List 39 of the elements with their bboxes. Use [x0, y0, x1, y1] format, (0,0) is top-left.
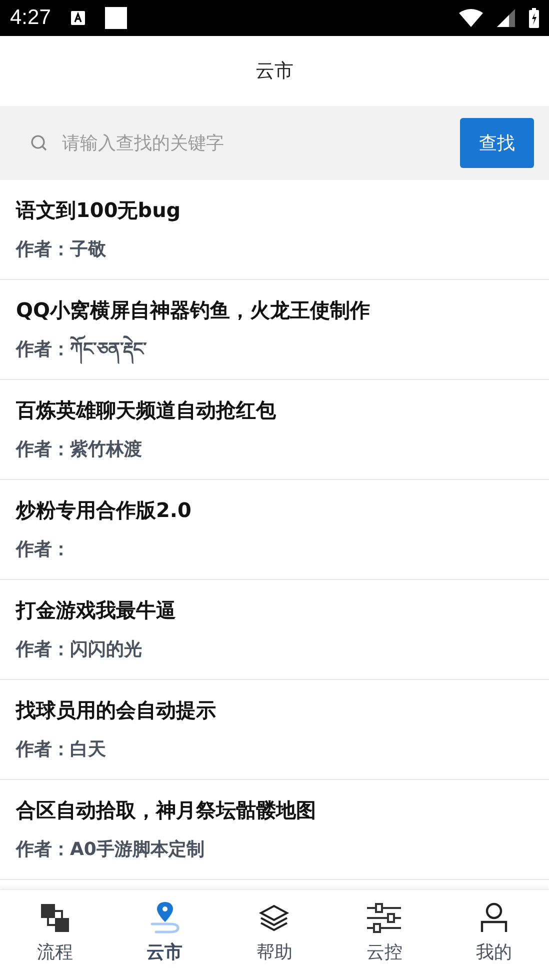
nav-tab[interactable]: 云控	[329, 890, 440, 976]
search-icon	[30, 134, 48, 152]
search-field[interactable]: 请输入查找的关键字	[60, 132, 448, 154]
page-title: 云市	[256, 59, 294, 84]
signal-icon	[497, 9, 515, 27]
script-title: 炒粉专用合作版2.0	[16, 496, 192, 522]
nav-tab[interactable]: 我的	[439, 890, 549, 976]
script-item[interactable]: 打金游戏我最牛逼 作者：闪闪的光	[0, 580, 549, 680]
search-button[interactable]: 查找	[460, 118, 534, 168]
status-time: 4:27	[10, 6, 51, 30]
script-item[interactable]: 炒粉专用合作版2.0 作者：	[0, 480, 549, 580]
script-item[interactable]: 百炼英雄聊天频道自动抢红包 作者：紫竹林渡	[0, 380, 549, 480]
script-title: 语文到100无bug	[16, 196, 182, 222]
script-title: 百炼英雄聊天频道自动抢红包	[16, 396, 277, 422]
script-title: 合区自动拾取，神月祭坛骷髅地图	[16, 796, 317, 822]
nav-tab[interactable]: 流程	[0, 890, 110, 976]
script-author: 作者：	[16, 538, 71, 562]
notification-icon	[104, 7, 127, 29]
layers-icon	[258, 902, 290, 934]
script-title: 找球员用的会自动提示	[16, 696, 217, 722]
sliders-icon	[366, 902, 402, 934]
script-item[interactable]: 语文到100无bug 作者：子敬	[0, 180, 549, 280]
nav-tab[interactable]: 云市	[110, 890, 220, 976]
nav-tab[interactable]: 帮助	[220, 890, 330, 976]
script-author: 作者：白天	[16, 738, 107, 762]
script-author: 作者：A0手游脚本定制	[16, 838, 206, 862]
script-item[interactable]: QQ小窝横屏自神器钓鱼，火龙王使制作 作者：ཀོང་ཅན་རྡེང་	[0, 280, 549, 380]
script-title: 打金游戏我最牛逼	[16, 596, 177, 622]
battery-icon	[529, 8, 539, 28]
wifi-icon	[459, 9, 483, 27]
script-author: 作者：ཀོང་ཅན་རྡེང་	[16, 336, 533, 362]
script-item[interactable]: 找球员用的会自动提示 作者：白天	[0, 680, 549, 780]
script-title: QQ小窝横屏自神器钓鱼，火龙王使制作	[16, 296, 372, 322]
flow-icon	[38, 902, 71, 934]
notification-icon	[70, 11, 85, 25]
script-item[interactable]: 合区自动拾取，神月祭坛骷髅地图 作者：A0手游脚本定制	[0, 780, 549, 880]
script-author: 作者：闪闪的光	[16, 638, 143, 662]
script-author: 作者：紫竹林渡	[16, 438, 143, 462]
script-author: 作者：子敬	[16, 238, 107, 262]
